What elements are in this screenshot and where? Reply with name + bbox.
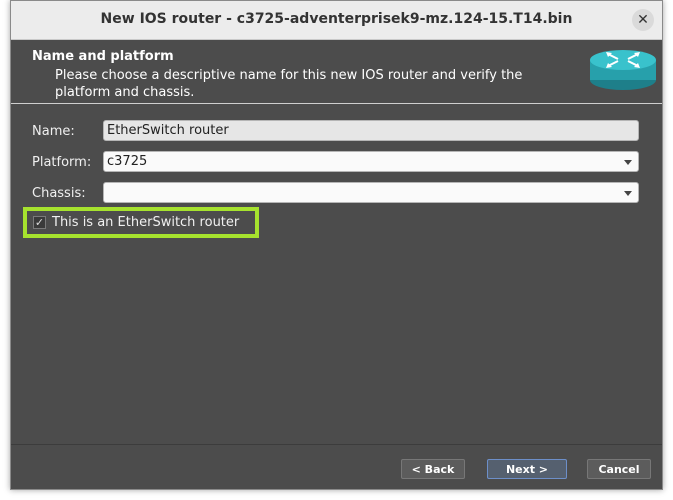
platform-select[interactable]: c3725	[103, 151, 639, 172]
window-title: New IOS router - c3725-adventerprisek9-m…	[100, 11, 573, 27]
etherswitch-checkbox-label[interactable]: This is an EtherSwitch router	[52, 215, 239, 230]
router-icon	[590, 50, 656, 90]
name-label: Name:	[32, 124, 75, 139]
back-button[interactable]: < Back	[401, 459, 465, 479]
header-title: Name and platform	[32, 49, 174, 64]
platform-label: Platform:	[32, 155, 92, 170]
dropdown-caret-icon	[624, 160, 632, 165]
etherswitch-highlight: ✓ This is an EtherSwitch router	[23, 207, 259, 238]
header-subtitle: Please choose a descriptive name for thi…	[55, 68, 523, 100]
footer-divider	[11, 444, 662, 445]
wizard-header: Name and platform Please choose a descri…	[11, 40, 662, 104]
dropdown-caret-icon	[624, 191, 632, 196]
next-button[interactable]: Next >	[487, 459, 567, 479]
close-button[interactable]: ✕	[632, 9, 654, 31]
name-input[interactable]: EtherSwitch router	[103, 120, 639, 141]
cancel-button[interactable]: Cancel	[587, 459, 651, 479]
new-ios-router-dialog: New IOS router - c3725-adventerprisek9-m…	[10, 0, 663, 490]
check-icon: ✓	[34, 216, 45, 229]
chassis-select[interactable]	[103, 182, 639, 203]
titlebar: New IOS router - c3725-adventerprisek9-m…	[11, 1, 662, 40]
close-icon: ✕	[637, 12, 649, 28]
etherswitch-checkbox[interactable]: ✓	[33, 216, 46, 229]
chassis-label: Chassis:	[32, 186, 86, 201]
platform-value: c3725	[107, 154, 148, 169]
